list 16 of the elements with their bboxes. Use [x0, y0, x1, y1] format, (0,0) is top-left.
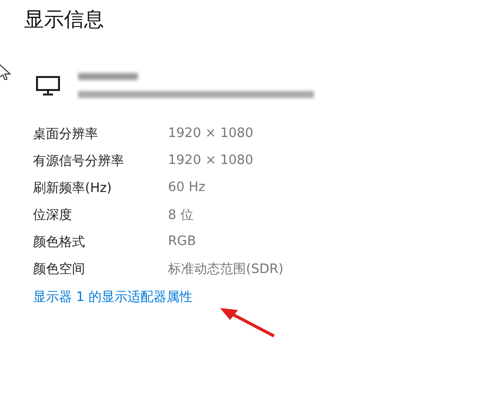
detail-value: 1920 × 1080 [168, 126, 254, 141]
detail-label: 刷新频率(Hz) [33, 180, 113, 196]
monitor-icon [36, 76, 60, 96]
detail-value: 60 Hz [168, 180, 206, 195]
detail-value: 标准动态范围(SDR) [168, 260, 284, 278]
detail-label: 位深度 [33, 206, 73, 224]
detail-label: 颜色空间 [33, 260, 86, 278]
adapter-properties-link[interactable]: 显示器 1 的显示适配器属性 [33, 288, 193, 306]
detail-value: 8 位 [168, 206, 194, 224]
detail-value: 1920 × 1080 [168, 153, 254, 168]
detail-label: 有源信号分辨率 [33, 152, 125, 170]
detail-label: 颜色格式 [33, 234, 86, 250]
detail-label: 桌面分辨率 [33, 126, 99, 142]
pointer-arrow-drawing [218, 306, 276, 338]
detail-value: RGB [168, 234, 196, 249]
page-title: 显示信息 [23, 6, 105, 33]
